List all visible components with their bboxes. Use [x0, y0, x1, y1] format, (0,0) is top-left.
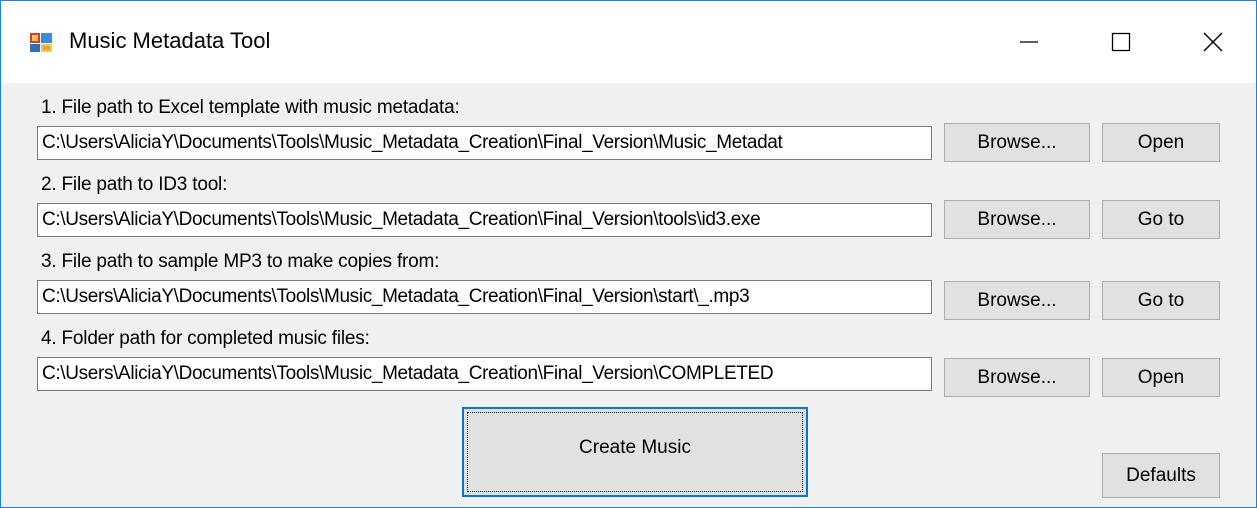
id3-tool-browse-button[interactable]: Browse... — [944, 200, 1090, 239]
window-title: Music Metadata Tool — [69, 28, 271, 53]
sample-mp3-browse-button[interactable]: Browse... — [944, 281, 1090, 320]
create-music-button[interactable]: Create Music — [462, 407, 808, 497]
excel-template-path-input[interactable]: C:\Users\AliciaY\Documents\Tools\Music_M… — [37, 126, 932, 160]
maximize-icon — [1111, 32, 1131, 52]
defaults-button[interactable]: Defaults — [1102, 453, 1220, 498]
title-bar[interactable]: Music Metadata Tool — [1, 1, 1256, 83]
completed-folder-label: 4. Folder path for completed music files… — [41, 328, 370, 349]
id3-tool-goto-button[interactable]: Go to — [1102, 200, 1220, 239]
excel-template-label: 1. File path to Excel template with musi… — [41, 97, 460, 118]
app-window: Music Metadata Tool 1. File path to Exce… — [0, 0, 1257, 508]
id3-tool-path-input[interactable]: C:\Users\AliciaY\Documents\Tools\Music_M… — [37, 203, 932, 237]
minimize-icon — [1020, 41, 1038, 43]
sample-mp3-path-input[interactable]: C:\Users\AliciaY\Documents\Tools\Music_M… — [37, 280, 932, 314]
excel-template-open-button[interactable]: Open — [1102, 123, 1220, 162]
maximize-button[interactable] — [1075, 1, 1167, 83]
minimize-button[interactable] — [983, 1, 1075, 83]
create-music-label: Create Music — [579, 437, 691, 458]
app-icon — [30, 33, 52, 52]
completed-folder-open-button[interactable]: Open — [1102, 358, 1220, 397]
close-button[interactable] — [1167, 1, 1257, 83]
sample-mp3-label: 3. File path to sample MP3 to make copie… — [41, 251, 440, 272]
completed-folder-path-input[interactable]: C:\Users\AliciaY\Documents\Tools\Music_M… — [37, 357, 932, 391]
excel-template-browse-button[interactable]: Browse... — [944, 123, 1090, 162]
sample-mp3-goto-button[interactable]: Go to — [1102, 281, 1220, 320]
close-icon — [1203, 32, 1223, 52]
id3-tool-label: 2. File path to ID3 tool: — [41, 174, 228, 195]
completed-folder-browse-button[interactable]: Browse... — [944, 358, 1090, 397]
